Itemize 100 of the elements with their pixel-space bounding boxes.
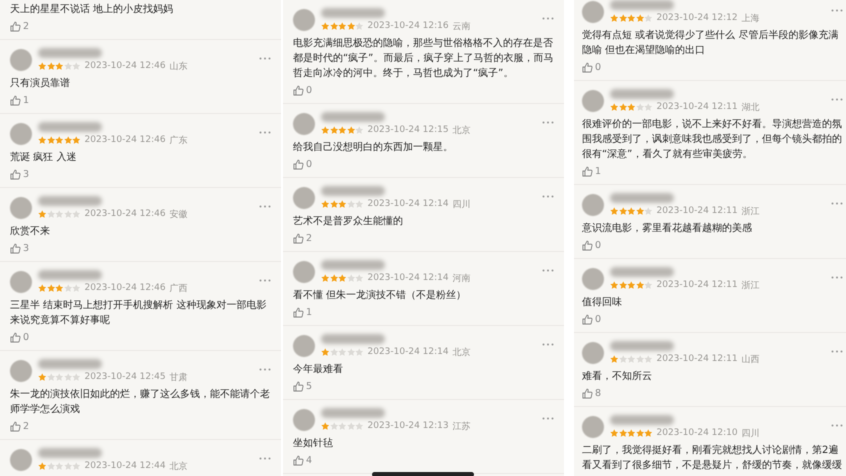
comment-time: 2023-10-24 12:46	[84, 209, 166, 219]
star-icon	[72, 62, 80, 70]
comment-time: 2023-10-24 12:15	[368, 125, 449, 135]
thumbs-up-icon[interactable]	[10, 332, 21, 343]
avatar[interactable]	[293, 113, 315, 135]
star-icon	[610, 354, 618, 364]
like-count: 1	[23, 95, 30, 106]
thumbs-up-icon[interactable]	[582, 166, 593, 177]
comment-region: 上海	[742, 12, 760, 24]
comment-region: 北京	[170, 460, 188, 472]
thumbs-up-icon[interactable]	[10, 243, 21, 254]
avatar[interactable]	[10, 271, 32, 293]
avatar[interactable]	[293, 335, 315, 357]
thumbs-up-icon[interactable]	[582, 240, 593, 251]
star-icon	[72, 136, 80, 144]
comment-time: 2023-10-24 12:10	[656, 428, 738, 438]
star-icon	[55, 136, 64, 144]
star-icon	[346, 348, 355, 356]
blurred-username	[610, 414, 674, 424]
thumbs-up-icon[interactable]	[293, 381, 304, 392]
comment-time: 2023-10-24 12:46	[84, 283, 166, 293]
avatar[interactable]	[293, 261, 315, 283]
star-icon	[55, 462, 64, 470]
comment-text: 觉得有点短 或者说觉得少了些什么 尽管后半段的影像充满隐喻 但也在渴望隐喻的出口	[582, 28, 840, 58]
star-icon	[72, 284, 80, 292]
star-icon	[644, 14, 652, 22]
star-icon	[321, 274, 330, 282]
avatar[interactable]	[582, 1, 604, 23]
avatar[interactable]	[10, 197, 32, 219]
star-icon	[64, 462, 72, 470]
avatar[interactable]	[582, 194, 604, 216]
avatar[interactable]	[293, 9, 315, 31]
star-icon	[644, 280, 652, 290]
comment-text: 很难评价的一部电影，说不上来好不好看。导演想营造的氛围我感受到了，讽刺意味我也感受到了，但每个镜头都拍的很有“深意”，看久了就有些审美疲劳。	[582, 118, 843, 162]
thumbs-up-icon[interactable]	[582, 388, 593, 399]
star-icon	[338, 22, 346, 30]
blurred-username	[38, 48, 102, 58]
avatar[interactable]	[293, 187, 315, 209]
like-count: 0	[23, 332, 30, 343]
thumbs-up-icon[interactable]	[582, 62, 593, 73]
star-icon	[610, 102, 618, 112]
thumbs-up-icon[interactable]	[293, 85, 304, 96]
comment-region: 四川	[742, 428, 760, 440]
blurred-username	[321, 334, 385, 344]
comment-region: 江苏	[452, 420, 471, 432]
blurred-username	[610, 266, 674, 276]
like-count: 2	[23, 421, 30, 432]
star-icon	[346, 126, 355, 134]
like-count: 0	[595, 62, 602, 73]
comment-text: 给我自己没想明白的东西加一颗星。	[293, 140, 454, 155]
thumbs-up-icon[interactable]	[293, 455, 304, 466]
thumbs-up-icon[interactable]	[10, 421, 21, 432]
avatar[interactable]	[10, 123, 32, 145]
avatar[interactable]	[582, 90, 604, 112]
like-count: 8	[595, 388, 602, 399]
star-icon	[627, 428, 636, 438]
comment-text: 只有演员靠谱	[10, 76, 71, 91]
star-icon	[346, 200, 355, 208]
star-icon	[330, 22, 338, 30]
thumbs-up-icon[interactable]	[582, 314, 593, 325]
blurred-username	[321, 8, 385, 18]
thumbs-up-icon[interactable]	[10, 21, 21, 32]
thumbs-up-icon[interactable]	[293, 307, 304, 318]
thumbs-up-icon[interactable]	[293, 233, 304, 244]
star-icon	[55, 62, 64, 70]
avatar[interactable]	[582, 342, 604, 364]
star-icon	[636, 280, 644, 290]
avatar[interactable]	[293, 409, 315, 431]
star-icon	[610, 206, 618, 216]
star-icon	[644, 428, 652, 438]
star-icon	[618, 428, 627, 438]
avatar[interactable]	[582, 268, 604, 290]
avatar[interactable]	[10, 49, 32, 71]
like-count: 5	[306, 381, 312, 392]
star-icon	[338, 348, 346, 356]
star-icon	[627, 280, 636, 290]
star-icon	[321, 422, 330, 430]
comment-text: 二刷了，我觉得挺好看，刚看完就想找人讨论剧情，第2遍看又看到了很多细节，不是悬疑片，舒缓的节奏，就像缓缓	[582, 444, 843, 473]
star-icon	[64, 284, 72, 292]
avatar[interactable]	[10, 449, 32, 471]
thumbs-up-icon[interactable]	[10, 169, 21, 180]
avatar[interactable]	[582, 416, 604, 438]
comment-time: 2023-10-24 12:16	[368, 21, 449, 31]
star-icon	[46, 462, 55, 470]
thumbs-up-icon[interactable]	[10, 95, 21, 106]
like-count: 0	[595, 314, 602, 325]
star-icon	[338, 126, 346, 134]
avatar[interactable]	[10, 360, 32, 382]
like-count: 4	[306, 455, 312, 466]
comment-text: 电影充满细思极恐的隐喻，那些与世俗格格不入的存在是否都是时代的“疯子”。而最后，疯子穿上了马哲的衣服，而马哲走向冰冷的河中。终于，马哲也成为了“疯子”。	[293, 36, 554, 81]
thumbs-up-icon[interactable]	[293, 159, 304, 170]
star-icon	[627, 206, 636, 216]
star-icon	[38, 462, 46, 470]
blurred-username	[38, 122, 102, 132]
comment-time: 2023-10-24 12:11	[656, 280, 738, 290]
like-count: 2	[23, 21, 30, 32]
star-icon	[64, 136, 72, 144]
comment-region: 安徽	[170, 208, 188, 220]
star-icon	[330, 422, 338, 430]
star-icon	[610, 14, 618, 22]
